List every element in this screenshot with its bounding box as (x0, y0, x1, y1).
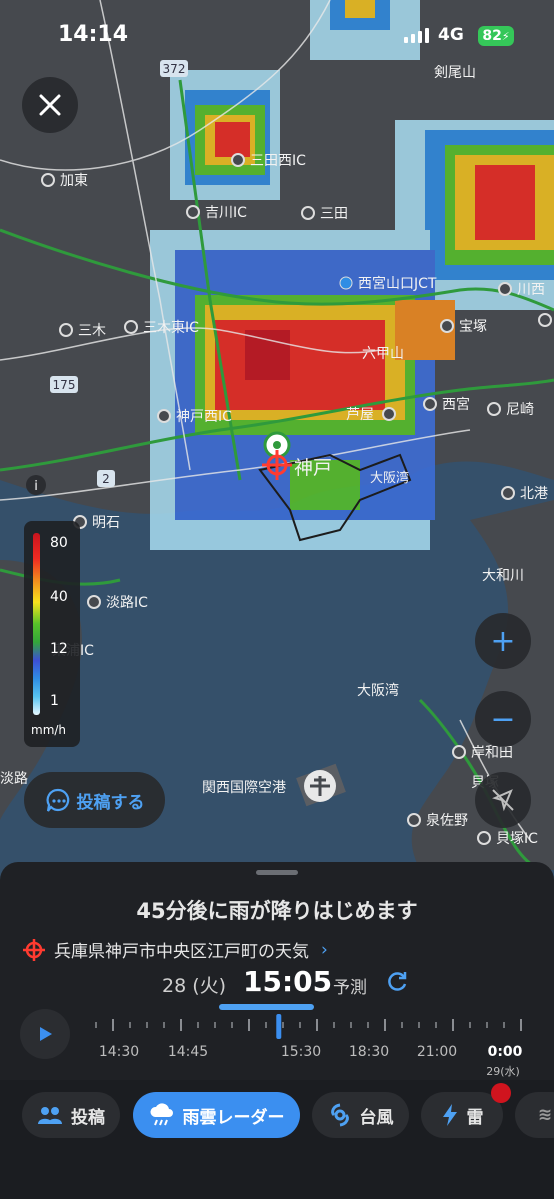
legend-unit: mm/h (31, 723, 67, 737)
legend-color-scale (33, 533, 40, 715)
rain-headline: 45分後に雨が降りはじめます (136, 899, 418, 923)
label-izumisano: 泉佐野 (426, 812, 468, 829)
post-bubble-icon (46, 788, 69, 812)
forecast-time: 15:05 (243, 965, 333, 998)
legend-value-80: 80 (50, 535, 68, 551)
route-2: 2 (102, 472, 110, 486)
signal-icon (404, 28, 429, 43)
tab-typhoon-label: 台風 (359, 1107, 394, 1128)
tab-rain-radar[interactable]: 雨雲レーダー (133, 1092, 300, 1138)
people-icon (38, 1107, 62, 1124)
timeline-handle[interactable] (276, 1014, 282, 1039)
timeline-slider[interactable] (0, 1014, 554, 1044)
forecast-date: 28 (火) (162, 975, 227, 997)
label-osakawan-2: 大阪湾 (357, 682, 399, 699)
legend-value-1: 1 (50, 693, 59, 709)
location-arrow-off-icon (492, 789, 514, 812)
label-kaizuka-ic: 貝塚IC (496, 831, 538, 847)
charging-icon: ⚡ (501, 29, 510, 43)
label-osakawan-1: 大阪湾 (370, 470, 409, 486)
label-kitakyu: 北港 (520, 486, 548, 502)
zoom-in-icon: + (490, 623, 516, 659)
status-time: 14:14 (58, 22, 129, 47)
legend-value-12: 12 (50, 641, 68, 657)
chevron-right-icon: › (321, 939, 328, 960)
label-kato: 加東 (60, 173, 88, 189)
bottom-tab-bar: 投稿 雨雲レーダー 台風 雷 ≋ (0, 1080, 554, 1199)
legend-value-40: 40 (50, 589, 68, 605)
timeline-sublabel: 29(水) (486, 1065, 520, 1078)
more-tab-icon: ≋ (537, 1105, 553, 1125)
timeline-label-5: 21:00 (416, 1044, 458, 1060)
svg-text:i: i (34, 479, 38, 494)
label-yamatogawa: 大和川 (482, 568, 524, 584)
close-button[interactable] (22, 77, 78, 133)
location-name: 兵庫県神戸市中央区江戸町の天気 (54, 942, 309, 962)
sheet-grabber[interactable] (256, 870, 298, 875)
label-nishinomiya: 西宮 (442, 397, 470, 413)
tab-more[interactable]: ≋ (515, 1092, 554, 1138)
label-yokawa: 吉川IC (205, 205, 247, 221)
label-nishinomiya-yamaguchi: 西宮山口JCT (358, 276, 437, 292)
info-icon: i (26, 475, 46, 495)
battery-indicator: 82 ⚡ (478, 26, 514, 46)
refresh-icon[interactable] (384, 969, 410, 995)
label-kobe: 神戸 (294, 457, 332, 479)
forecast-mode: 予測 (333, 978, 367, 998)
tab-rain-radar-label: 雨雲レーダー (182, 1107, 285, 1128)
label-takarazuka: 宝塚 (459, 319, 487, 335)
lightning-icon (442, 1104, 457, 1126)
label-awaji: 淡路IC (106, 595, 148, 611)
timeline-label-2: 14:45 (167, 1044, 209, 1060)
label-amagasaki: 尼崎 (506, 402, 534, 418)
compass-button[interactable] (475, 772, 531, 828)
close-icon (39, 94, 61, 116)
label-sandanishi: 三田西IC (250, 153, 306, 169)
timeline-label-4: 18:30 (348, 1044, 390, 1060)
status-bar: 14:14 4G 82 ⚡ (0, 0, 554, 72)
label-kishiwada: 岸和田 (471, 745, 513, 761)
rainfall-legend: 80 40 12 1 mm/h (24, 521, 80, 747)
timeline-label-3: 15:30 (280, 1044, 322, 1060)
timeline-label-6: 0:00 (487, 1044, 523, 1060)
tab-typhoon[interactable]: 台風 (312, 1092, 409, 1138)
network-type: 4G (438, 25, 464, 45)
label-awaji2: 淡路 (0, 771, 28, 787)
label-miki: 三木 (78, 323, 106, 339)
zoom-out-icon: − (490, 701, 516, 737)
typhoon-icon (330, 1103, 349, 1127)
timeline-label-1: 14:30 (98, 1044, 140, 1060)
location-link[interactable]: 兵庫県神戸市中央区江戸町の天気 › (22, 937, 328, 962)
airport-icon (304, 770, 336, 802)
tab-lightning-label: 雷 (466, 1107, 484, 1128)
label-kawanishi: 川西 (517, 282, 545, 298)
zoom-out-button[interactable]: − (475, 691, 531, 747)
zoom-in-button[interactable]: + (475, 613, 531, 669)
tab-lightning[interactable]: 雷 (421, 1092, 503, 1138)
route-175: 175 (53, 378, 76, 392)
post-report-button[interactable]: 投稿する (24, 772, 165, 828)
current-time-bar (219, 1004, 314, 1010)
rain-cloud-icon (149, 1103, 173, 1126)
tab-post-label: 投稿 (71, 1107, 105, 1128)
label-mikihigashi: 三木東IC (143, 320, 199, 336)
battery-level: 82 (482, 28, 502, 44)
label-sanda: 三田 (320, 206, 348, 222)
label-kobenishi: 神戸西IC (176, 409, 232, 425)
label-kansai-airport: 関西国際空港 (202, 780, 286, 796)
alert-badge (491, 1083, 511, 1103)
label-akashi: 明石 (92, 515, 120, 531)
post-report-label: 投稿する (76, 792, 145, 813)
label-rokkosan: 六甲山 (362, 346, 404, 362)
location-target-icon (23, 938, 45, 961)
tab-post[interactable]: 投稿 (22, 1092, 120, 1138)
label-ashiya: 芦屋 (346, 407, 374, 423)
